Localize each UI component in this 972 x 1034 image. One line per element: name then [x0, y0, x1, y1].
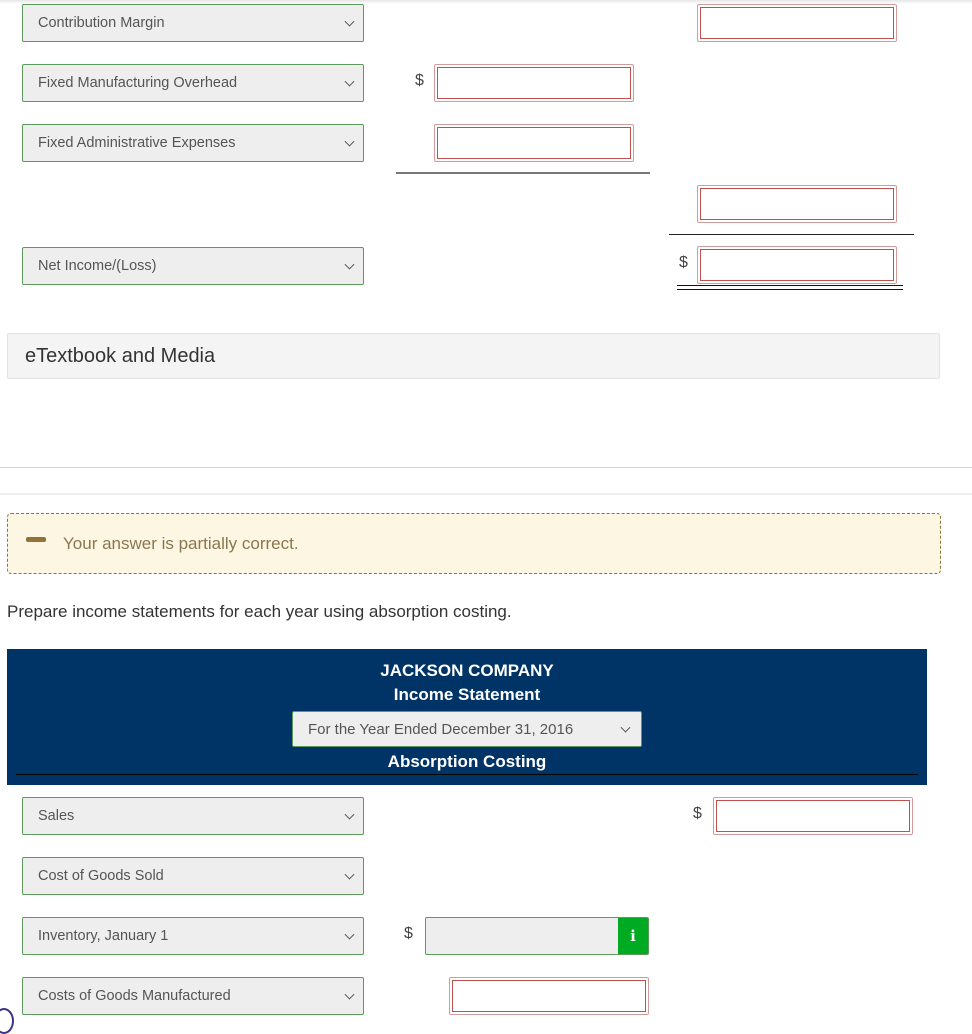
partial-correct-notice: Your answer is partially correct.	[7, 513, 941, 574]
select-value: For the Year Ended December 31, 2016	[308, 720, 574, 738]
select-value: Costs of Goods Manufactured	[38, 988, 231, 1004]
chevron-down-icon	[344, 76, 355, 87]
period-select[interactable]: For the Year Ended December 31, 2016	[292, 711, 642, 747]
subtotal-rule	[396, 172, 650, 174]
question-prompt: Prepare income statements for each year …	[7, 602, 512, 621]
etextbook-and-media-panel[interactable]: eTextbook and Media	[7, 333, 940, 379]
chevron-down-icon	[344, 989, 355, 1000]
section-divider	[0, 467, 972, 468]
inventory-january-1-input[interactable]: i	[425, 917, 649, 955]
total-rule	[669, 234, 914, 235]
costs-of-goods-manufactured-input[interactable]	[449, 977, 649, 1015]
section-divider	[0, 493, 972, 495]
select-value: Sales	[38, 808, 75, 824]
income-statement-header: JACKSON COMPANY Income Statement For the…	[7, 649, 927, 785]
feedback-message: Your answer is partially correct.	[63, 533, 299, 553]
statement-title: Income Statement	[393, 685, 541, 704]
line-item-select-costs-of-goods-manufactured[interactable]: Costs of Goods Manufactured	[22, 977, 364, 1015]
select-value: Fixed Administrative Expenses	[38, 135, 236, 151]
line-item-select-sales[interactable]: Sales	[22, 797, 364, 835]
select-value: Inventory, January 1	[38, 928, 169, 944]
chevron-down-icon	[344, 929, 355, 940]
minus-icon	[26, 537, 46, 542]
select-value: Net Income/(Loss)	[38, 258, 157, 274]
chevron-down-icon	[344, 259, 355, 270]
currency-symbol: $	[404, 925, 413, 942]
currency-symbol: $	[679, 254, 688, 271]
info-icon[interactable]: i	[618, 918, 648, 954]
chevron-down-icon	[344, 136, 355, 147]
fixed-manufacturing-overhead-input[interactable]	[434, 64, 634, 102]
contribution-margin-total-input[interactable]	[697, 4, 897, 42]
chevron-down-icon	[344, 16, 355, 27]
line-item-select-contribution-margin[interactable]: Contribution Margin	[22, 4, 364, 42]
select-value: Fixed Manufacturing Overhead	[38, 75, 238, 91]
line-item-select-fixed-administrative-expenses[interactable]: Fixed Administrative Expenses	[22, 124, 364, 162]
fixed-administrative-expenses-input[interactable]	[434, 124, 634, 162]
currency-symbol: $	[415, 72, 424, 89]
double-underline	[677, 285, 903, 290]
currency-symbol: $	[693, 805, 702, 822]
chevron-down-icon	[344, 869, 355, 880]
net-income-input[interactable]	[697, 246, 897, 284]
chevron-down-icon	[620, 722, 631, 733]
line-item-select-inventory-january-1[interactable]: Inventory, January 1	[22, 917, 364, 955]
partial-overlay-icon	[0, 1008, 14, 1034]
line-item-select-net-income[interactable]: Net Income/(Loss)	[22, 247, 364, 285]
line-item-select-fixed-manufacturing-overhead[interactable]: Fixed Manufacturing Overhead	[22, 64, 364, 102]
sales-input[interactable]	[713, 797, 913, 835]
chevron-down-icon	[344, 809, 355, 820]
select-value: Contribution Margin	[38, 15, 165, 31]
etextbook-label: eTextbook and Media	[25, 344, 216, 367]
select-value: Cost of Goods Sold	[38, 868, 164, 884]
company-name: JACKSON COMPANY	[380, 661, 554, 680]
costing-method: Absorption Costing	[387, 752, 547, 771]
total-fixed-costs-input[interactable]	[697, 185, 897, 223]
header-rule	[16, 774, 918, 775]
line-item-select-cost-of-goods-sold[interactable]: Cost of Goods Sold	[22, 857, 364, 895]
